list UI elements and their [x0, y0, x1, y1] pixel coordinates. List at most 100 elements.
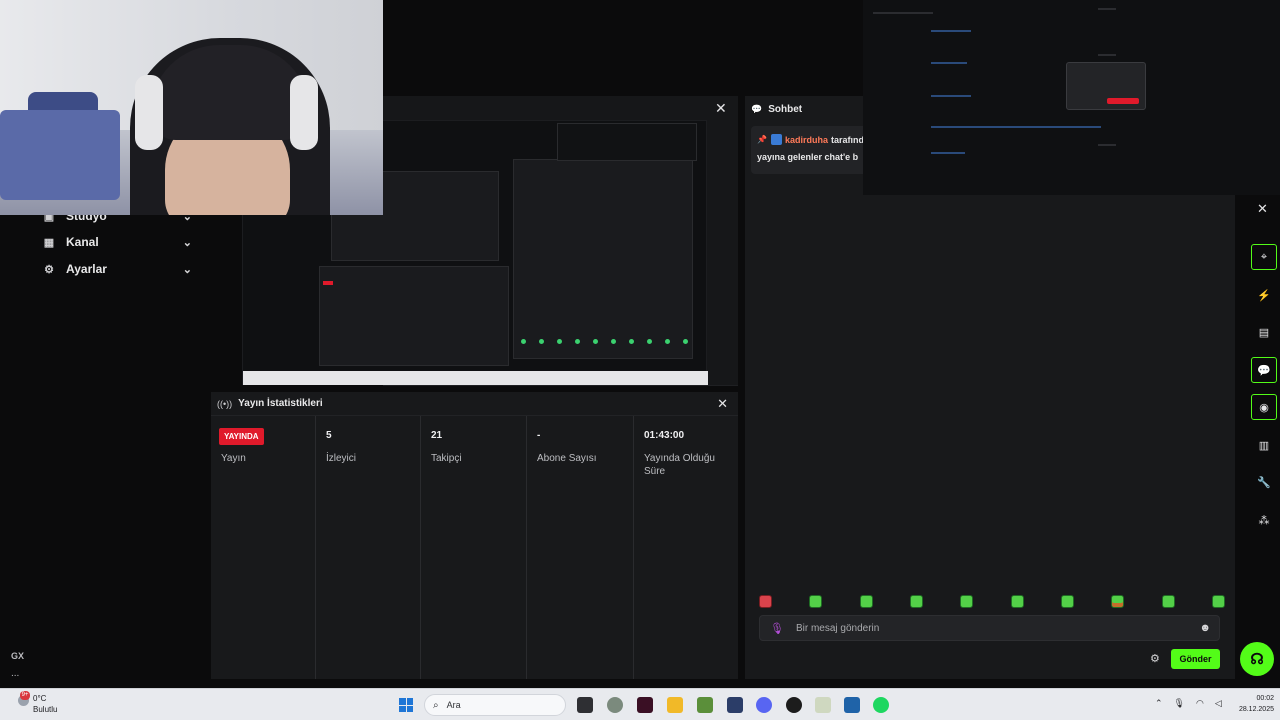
sidebar-item-channel[interactable]: ▦ Kanal ⌄ — [42, 231, 192, 253]
taskbar-search[interactable]: ⌕ Ara — [424, 694, 566, 716]
emoji-picker-icon[interactable]: ☻ — [1199, 622, 1211, 634]
emote-icon[interactable] — [859, 594, 873, 608]
stats-title: Yayın İstatistikleri — [238, 398, 323, 409]
volume-icon[interactable]: ◁ — [1215, 698, 1222, 709]
emote-icon[interactable] — [1161, 594, 1175, 608]
emote-icon[interactable] — [759, 594, 772, 608]
more-icon[interactable]: ... — [11, 668, 19, 679]
overlay-line — [1098, 54, 1116, 56]
weather-widget[interactable]: 9+ 0°C Bulutlu — [18, 691, 57, 715]
preview-mini-taskbar — [243, 371, 708, 385]
microphone-icon[interactable]: 🎙 — [770, 622, 784, 635]
chevron-down-icon: ⌄ — [182, 263, 192, 276]
stat-label: İzleyici — [326, 453, 357, 464]
stat-col-viewers: 5 İzleyici — [316, 416, 421, 679]
channel-icon: ▦ — [43, 236, 55, 249]
stat-col-stream: YAYINDA Yayın — [211, 416, 316, 679]
obs-icon[interactable] — [786, 697, 802, 713]
capture-icon[interactable]: ⌖ — [1251, 244, 1277, 270]
webcam-overlay — [0, 0, 383, 215]
discord-icon[interactable] — [756, 697, 772, 713]
preview-mini-emote — [647, 339, 652, 344]
emote-icon[interactable] — [1010, 594, 1024, 608]
emote-icon[interactable] — [1211, 594, 1225, 608]
app-icon[interactable] — [815, 697, 831, 713]
send-button[interactable]: Gönder — [1171, 649, 1220, 669]
broadcast-icon[interactable]: ◉ — [1251, 394, 1277, 420]
chevron-up-icon[interactable]: ⌃ — [1155, 698, 1163, 709]
preview-mini-emote — [593, 339, 598, 344]
stat-col-followers: 21 Takipçi — [421, 416, 527, 679]
close-icon[interactable]: ✕ — [715, 100, 727, 117]
weather-temp: 0°C — [33, 694, 47, 703]
stat-label: Yayın — [221, 453, 246, 464]
preview-mini-emote — [611, 339, 616, 344]
file-explorer-icon[interactable] — [667, 697, 683, 713]
pinned-username[interactable]: kadirduha — [785, 135, 828, 145]
overlay-line — [931, 62, 967, 64]
stat-col-subscribers: - Abone Sayısı — [527, 416, 634, 679]
stat-label: Yayında Olduğu Süre — [644, 453, 715, 477]
preview-mini-emote — [521, 339, 526, 344]
taskbar: 9+ 0°C Bulutlu ⌕ Ara ⌃ 🎙 ◠ ◁ 00:02 28.12… — [0, 688, 1280, 720]
right-toolbar: ✕ ⌖ ⚡ ▤ 💬 ◉ ▥ 🔧 ⁂ — [1246, 195, 1280, 688]
preview-mini-popup — [557, 123, 697, 161]
emote-icon[interactable] — [1111, 594, 1125, 608]
windows-start-icon[interactable] — [399, 698, 413, 712]
overlay-line — [931, 126, 1101, 128]
task-view-icon[interactable] — [577, 697, 593, 713]
document-icon[interactable]: ▤ — [1251, 319, 1277, 345]
video-app-icon[interactable] — [637, 697, 653, 713]
search-icon: ⌕ — [433, 699, 439, 711]
emote-icon[interactable] — [909, 594, 923, 608]
emote-icon[interactable] — [809, 594, 823, 608]
wifi-icon[interactable]: ◠ — [1196, 698, 1204, 709]
preview-mini-emote — [575, 339, 580, 344]
emote-icon[interactable] — [960, 594, 974, 608]
spotify-icon[interactable] — [873, 697, 889, 713]
taskbar-clock[interactable]: 00:02 28.12.2025 — [1230, 693, 1274, 715]
browser-icon[interactable] — [607, 697, 623, 713]
stats-header: ((•)) Yayın İstatistikleri — [211, 392, 738, 416]
preview-mini-emote — [539, 339, 544, 344]
pinned-message-header: 📌 kadirduha tarafından — [757, 134, 875, 145]
emote-icon[interactable] — [1060, 594, 1074, 608]
close-icon[interactable]: ✕ — [1257, 201, 1268, 217]
preview-mini-emote — [557, 339, 562, 344]
sidebar: ▣ Stüdyo ⌄ ▦ Kanal ⌄ ⚙ Ayarlar ⌄ — [0, 200, 205, 688]
pinned-message-text: yayına gelenler chat'e b — [757, 152, 859, 162]
gear-icon: ⚙ — [44, 263, 54, 276]
stat-label: Abone Sayısı — [537, 453, 597, 464]
preview-mini-live-badge — [323, 281, 333, 285]
live-badge: YAYINDA — [219, 428, 264, 445]
webcam-headphone-right — [290, 75, 318, 150]
microphone-icon[interactable]: 🎙 — [1174, 698, 1185, 709]
search-label: Ara — [446, 700, 461, 710]
dashboard-icon[interactable]: ▥ — [1251, 432, 1277, 458]
wrench-icon[interactable]: 🔧 — [1251, 469, 1277, 495]
clock-date: 28.12.2025 — [1238, 706, 1274, 713]
close-icon[interactable]: ✕ — [717, 396, 728, 412]
gx-label[interactable]: GX — [11, 651, 24, 661]
stat-value: - — [537, 430, 541, 441]
overlay-line — [1098, 8, 1116, 10]
app-icon[interactable] — [727, 697, 743, 713]
stat-value: 21 — [431, 430, 443, 441]
chat-message-input[interactable] — [795, 622, 1200, 634]
support-button[interactable]: ☊ — [1240, 642, 1274, 676]
chat-icon[interactable]: 💬 — [1251, 357, 1277, 383]
minecraft-icon[interactable] — [697, 697, 713, 713]
lightning-icon[interactable]: ⚡ — [1251, 282, 1277, 308]
connections-icon[interactable]: ⁂ — [1251, 507, 1277, 533]
sidebar-item-label: Kanal — [66, 235, 99, 249]
stat-value: 5 — [326, 430, 332, 441]
chat-bubble-icon: 💬 — [751, 103, 763, 114]
stat-label: Takipçi — [431, 453, 462, 464]
chat-settings-icon[interactable]: ⚙ — [1150, 652, 1160, 665]
sidebar-item-settings[interactable]: ⚙ Ayarlar ⌄ — [42, 258, 192, 280]
pin-icon: 📌 — [757, 135, 767, 144]
stat-value: 01:43:00 — [644, 430, 685, 441]
app-icon[interactable] — [844, 697, 860, 713]
sidebar-item-label: Ayarlar — [66, 262, 107, 276]
notification-badge: 9+ — [20, 691, 30, 700]
